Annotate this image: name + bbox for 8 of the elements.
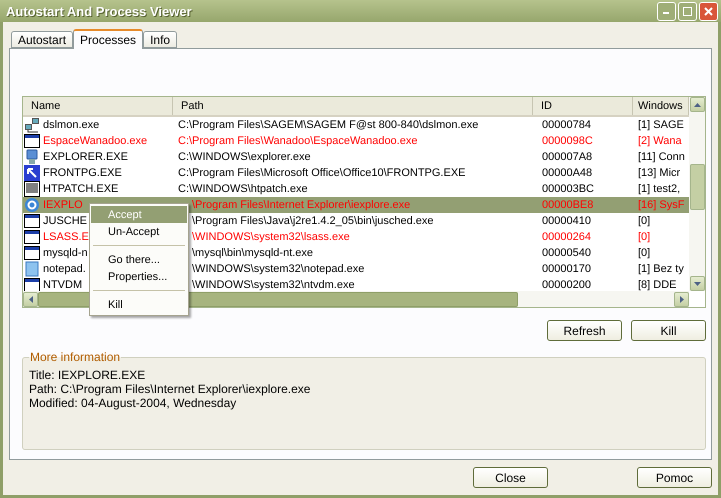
path-cell: \Program Files\Internet Explorer\iexplore.exe — [173, 197, 533, 213]
info-line: Title: IEXPLORE.EXE — [29, 368, 146, 382]
id-cell: 00000BE8 — [533, 197, 633, 213]
window-title: Autostart And Process Viewer — [6, 4, 193, 18]
info-line: Path: C:\Program Files\Internet Explorer\iexplore.exe — [29, 382, 312, 396]
group-legend: More information — [29, 350, 122, 364]
windows-cell: [16] SysF — [633, 197, 689, 213]
info-line: Modified: 04-August-2004, Wednesday — [29, 396, 238, 410]
